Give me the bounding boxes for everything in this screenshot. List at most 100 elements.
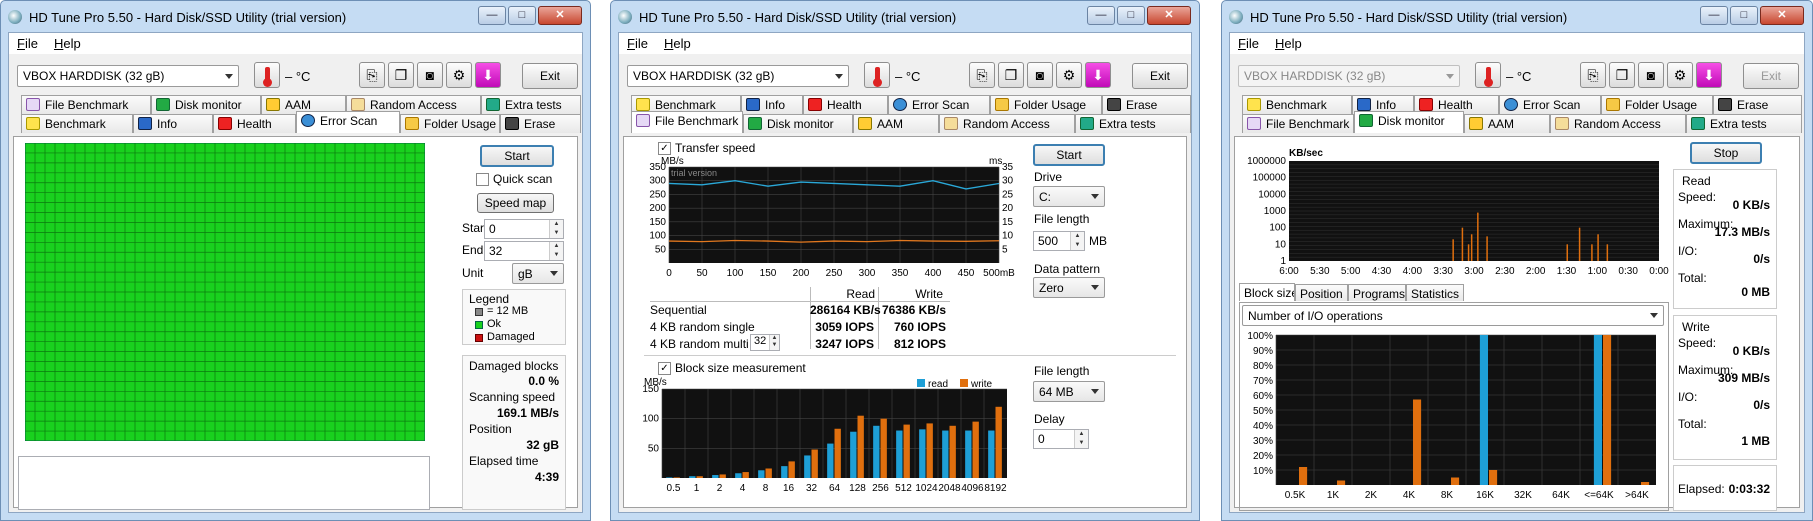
checkmark-icon[interactable]: ✓ bbox=[658, 141, 671, 155]
copy-screenshot-icon[interactable]: ❐ bbox=[1609, 62, 1635, 88]
tab-file-benchmark[interactable]: File Benchmark bbox=[21, 95, 151, 114]
subtab-programs[interactable]: Programs bbox=[1348, 284, 1406, 301]
tab-error-scan[interactable]: Error Scan bbox=[296, 111, 400, 133]
close-button[interactable]: ✕ bbox=[1760, 6, 1804, 25]
exit-button[interactable]: Exit bbox=[1743, 63, 1799, 89]
subtab-block-size[interactable]: Block size bbox=[1239, 283, 1295, 301]
maximize-button[interactable]: □ bbox=[508, 6, 536, 25]
tab-file-benchmark[interactable]: File Benchmark bbox=[1242, 114, 1354, 133]
maximize-button[interactable]: □ bbox=[1117, 6, 1145, 25]
tab-label: Random Access bbox=[1574, 117, 1661, 131]
spin-arrows-icon[interactable]: ▲ ▼ bbox=[1074, 430, 1088, 448]
tab-error-scan[interactable]: Error Scan bbox=[1499, 95, 1601, 114]
temperature-readout: – °C bbox=[285, 69, 311, 84]
file-length2-select[interactable]: 64 MB bbox=[1033, 381, 1105, 402]
exit-button[interactable]: Exit bbox=[1132, 63, 1188, 89]
tab-folder-usage[interactable]: Folder Usage bbox=[1601, 95, 1713, 114]
start-button[interactable]: Start bbox=[1033, 144, 1105, 166]
options-icon[interactable]: ⚙ bbox=[1667, 62, 1693, 88]
options-icon[interactable]: ⚙ bbox=[446, 62, 472, 88]
save-icon[interactable]: ⬇ bbox=[1696, 62, 1722, 88]
spin-arrows-icon[interactable]: ▲ ▼ bbox=[549, 242, 563, 260]
menu-file[interactable]: File bbox=[627, 36, 648, 51]
spin-arrows-icon[interactable]: ▲ ▼ bbox=[1070, 232, 1084, 250]
checkbox-box[interactable] bbox=[476, 172, 489, 186]
camera-icon[interactable]: ◙ bbox=[1027, 62, 1053, 88]
spin-arrows-icon[interactable]: ▲ ▼ bbox=[769, 335, 779, 350]
checkmark-icon[interactable]: ✓ bbox=[658, 361, 671, 375]
tab-health[interactable]: Health bbox=[803, 95, 888, 114]
save-icon[interactable]: ⬇ bbox=[475, 62, 501, 88]
block-size-checkbox[interactable]: ✓ Block size measurement bbox=[658, 361, 806, 375]
tab-label: Disk monitor bbox=[1378, 114, 1445, 128]
minimize-button[interactable]: — bbox=[478, 6, 506, 25]
tab-disk-monitor[interactable]: Disk monitor bbox=[1354, 111, 1464, 133]
camera-icon[interactable]: ◙ bbox=[1638, 62, 1664, 88]
copy-info-icon[interactable]: ⎘ bbox=[969, 62, 995, 88]
spin-arrows-icon[interactable]: ▲ ▼ bbox=[549, 220, 563, 238]
x-tick-label: 1K bbox=[1327, 490, 1340, 501]
end-input[interactable]: 32 ▲ ▼ bbox=[484, 241, 564, 261]
minimize-button[interactable]: — bbox=[1700, 6, 1728, 25]
queue-depth-input[interactable]: 32 ▲ ▼ bbox=[750, 334, 780, 351]
title-bar[interactable]: HD Tune Pro 5.50 - Hard Disk/SSD Utility… bbox=[1222, 1, 1812, 31]
menu-help[interactable]: Help bbox=[54, 36, 81, 51]
tab-folder-usage[interactable]: Folder Usage bbox=[400, 114, 500, 133]
tab-error-scan[interactable]: Error Scan bbox=[888, 95, 990, 114]
copy-screenshot-icon[interactable]: ❐ bbox=[388, 62, 414, 88]
metric-select[interactable]: Number of I/O operations bbox=[1242, 305, 1664, 326]
tab-folder-usage[interactable]: Folder Usage bbox=[990, 95, 1102, 114]
exit-button[interactable]: Exit bbox=[522, 63, 578, 89]
tab-extra-tests[interactable]: Extra tests bbox=[481, 95, 581, 114]
menu-file[interactable]: File bbox=[17, 36, 38, 51]
minimize-button[interactable]: — bbox=[1087, 6, 1115, 25]
tab-info[interactable]: Info bbox=[133, 114, 213, 133]
title-bar[interactable]: HD Tune Pro 5.50 - Hard Disk/SSD Utility… bbox=[1, 1, 590, 31]
delay-input[interactable]: 0 ▲ ▼ bbox=[1033, 429, 1089, 449]
tab-random-access[interactable]: Random Access bbox=[939, 114, 1075, 133]
subtab-statistics[interactable]: Statistics bbox=[1406, 284, 1464, 301]
tab-benchmark[interactable]: Benchmark bbox=[21, 114, 133, 133]
tab-erase[interactable]: Erase bbox=[500, 114, 581, 133]
tab-extra-tests[interactable]: Extra tests bbox=[1686, 114, 1802, 133]
tab-health[interactable]: Health bbox=[213, 114, 296, 133]
tab-extra-tests[interactable]: Extra tests bbox=[1075, 114, 1191, 133]
tab-erase[interactable]: Erase bbox=[1713, 95, 1802, 114]
speed-map-button[interactable]: Speed map bbox=[477, 193, 554, 213]
save-icon[interactable]: ⬇ bbox=[1085, 62, 1111, 88]
camera-icon[interactable]: ◙ bbox=[417, 62, 443, 88]
tab-disk-monitor[interactable]: Disk monitor bbox=[743, 114, 853, 133]
tab-benchmark[interactable]: Benchmark bbox=[1242, 95, 1352, 114]
tab-file-benchmark[interactable]: File Benchmark bbox=[631, 111, 743, 133]
tab-erase[interactable]: Erase bbox=[1102, 95, 1191, 114]
options-icon[interactable]: ⚙ bbox=[1056, 62, 1082, 88]
drive-select[interactable]: VBOX HARDDISK (32 gB) bbox=[17, 65, 239, 87]
close-button[interactable]: ✕ bbox=[538, 6, 582, 25]
copy-info-icon[interactable]: ⎘ bbox=[1580, 62, 1606, 88]
start-input[interactable]: 0 ▲ ▼ bbox=[484, 219, 564, 239]
tab-random-access[interactable]: Random Access bbox=[1550, 114, 1686, 133]
menu-help[interactable]: Help bbox=[1275, 36, 1302, 51]
menu-help[interactable]: Help bbox=[664, 36, 691, 51]
tab-aam[interactable]: AAM bbox=[853, 114, 939, 133]
start-button[interactable]: Start bbox=[480, 145, 554, 167]
tab-aam[interactable]: AAM bbox=[1464, 114, 1550, 133]
tab-disk-monitor[interactable]: Disk monitor bbox=[151, 95, 261, 114]
drive-letter-select[interactable]: C: bbox=[1033, 186, 1105, 207]
file-length-input[interactable]: 500 ▲ ▼ bbox=[1033, 231, 1085, 251]
title-bar[interactable]: HD Tune Pro 5.50 - Hard Disk/SSD Utility… bbox=[611, 1, 1199, 31]
subtab-position[interactable]: Position bbox=[1295, 284, 1348, 301]
stop-button[interactable]: Stop bbox=[1690, 142, 1762, 164]
drive-select[interactable]: VBOX HARDDISK (32 gB) bbox=[1238, 65, 1460, 87]
unit-select[interactable]: gB bbox=[512, 263, 564, 284]
copy-screenshot-icon[interactable]: ❐ bbox=[998, 62, 1024, 88]
copy-info-icon[interactable]: ⎘ bbox=[359, 62, 385, 88]
quick-scan-checkbox[interactable]: Quick scan bbox=[476, 172, 552, 186]
tab-info[interactable]: Info bbox=[741, 95, 803, 114]
transfer-speed-checkbox[interactable]: ✓ Transfer speed bbox=[658, 141, 755, 155]
menu-file[interactable]: File bbox=[1238, 36, 1259, 51]
maximize-button[interactable]: □ bbox=[1730, 6, 1758, 25]
close-button[interactable]: ✕ bbox=[1147, 6, 1191, 25]
drive-select[interactable]: VBOX HARDDISK (32 gB) bbox=[627, 65, 849, 87]
data-pattern-select[interactable]: Zero bbox=[1033, 277, 1105, 298]
